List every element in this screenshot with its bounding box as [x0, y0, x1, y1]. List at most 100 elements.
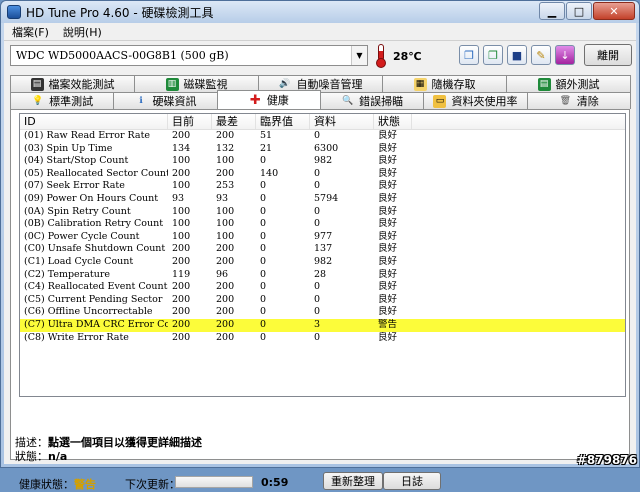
tab-benchmark[interactable]: 💡 標準測試: [10, 92, 115, 109]
menu-file[interactable]: 檔案(F): [12, 24, 49, 40]
update-progress-bar: [175, 476, 253, 488]
header-current[interactable]: 目前: [168, 114, 212, 129]
download-arrow-icon: ↓: [560, 48, 570, 62]
cell-id: (C5) Current Pending Sector: [24, 293, 163, 305]
cell-worst: 96: [216, 268, 229, 280]
screenshot-icon: ❐: [488, 48, 498, 62]
disk-monitor-icon: ▥: [165, 77, 179, 91]
cell-id: (C6) Offline Uncorrectable: [24, 306, 153, 318]
table-row[interactable]: (C8) Write Error Rate 200 200 0 0 良好: [20, 332, 625, 345]
cell-threshold: 0: [260, 192, 267, 204]
table-row[interactable]: (C6) Offline Uncorrectable 200 200 0 0 良好: [20, 306, 625, 319]
table-row[interactable]: (C4) Reallocated Event Count 200 200 0 0 良好: [20, 281, 625, 294]
close-icon: ✕: [609, 4, 619, 18]
tab-health[interactable]: ✚ 健康: [216, 90, 321, 109]
cell-current: 200: [172, 331, 191, 343]
header-threshold[interactable]: 臨界值: [256, 114, 310, 129]
header-worst[interactable]: 最差: [212, 114, 256, 129]
cell-data: 6300: [314, 142, 339, 154]
header-status[interactable]: 狀態: [374, 114, 412, 129]
maximize-button[interactable]: □: [566, 2, 592, 20]
cell-status: 良好: [378, 180, 398, 192]
table-row[interactable]: (C1) Load Cycle Count 200 200 0 982 良好: [20, 256, 625, 269]
tab-folder-usage[interactable]: ▭ 資料夾使用率: [423, 92, 528, 109]
chevron-down-icon[interactable]: ▼: [351, 46, 367, 65]
exit-button[interactable]: 離開: [584, 44, 632, 66]
table-row[interactable]: (0C) Power Cycle Count 100 100 0 977 良好: [20, 231, 625, 244]
copy-info-button[interactable]: ❐: [459, 45, 479, 65]
log-button[interactable]: 日誌: [383, 472, 441, 490]
cell-id: (C4) Reallocated Event Count: [24, 281, 168, 293]
cell-data: 0: [314, 306, 321, 318]
app-icon: [7, 5, 21, 19]
cell-threshold: 51: [260, 130, 273, 141]
table-row[interactable]: (01) Raw Read Error Rate 200 200 51 0 良好: [20, 130, 625, 143]
table-row[interactable]: (07) Seek Error Rate 100 253 0 0 良好: [20, 180, 625, 193]
cell-status: 良好: [378, 192, 398, 204]
cell-current: 93: [172, 192, 185, 204]
cell-current: 100: [172, 155, 191, 167]
cell-id: (01) Raw Read Error Rate: [24, 130, 151, 141]
header-data[interactable]: 資料: [310, 114, 374, 129]
cell-data: 982: [314, 155, 333, 167]
tab-row-2: 💡 標準測試 ℹ 硬碟資訊 ✚ 健康 🔍 錯誤掃瞄 ▭ 資料夾使用率 🗑 清除: [10, 90, 631, 109]
cell-worst: 200: [216, 255, 235, 267]
smart-table[interactable]: ID 目前 最差 臨界值 資料 狀態 (01) Raw Read Error R…: [19, 113, 626, 397]
speaker-icon: 🔊: [279, 79, 291, 89]
table-row[interactable]: (C7) Ultra DMA CRC Error Count 200 200 0 3 警告: [20, 318, 625, 332]
table-row[interactable]: (03) Spin Up Time 134 132 21 6300 良好: [20, 143, 625, 156]
cell-id: (C7) Ultra DMA CRC Error Count: [24, 318, 168, 330]
cell-current: 100: [172, 205, 191, 217]
magnifier-icon: 🔍: [342, 96, 354, 106]
cell-current: 119: [172, 268, 191, 280]
table-row[interactable]: (09) Power On Hours Count 93 93 0 5794 良好: [20, 193, 625, 206]
header-id[interactable]: ID: [20, 114, 168, 129]
cell-threshold: 0: [260, 205, 267, 217]
cell-worst: 200: [216, 293, 235, 305]
minimize-button[interactable]: ▁: [539, 2, 565, 20]
cell-data: 0: [314, 331, 321, 343]
close-button[interactable]: ✕: [593, 2, 635, 20]
table-row[interactable]: (C2) Temperature 119 96 0 28 良好: [20, 269, 625, 282]
cell-id: (03) Spin Up Time: [24, 142, 113, 154]
refresh-button[interactable]: 重新整理: [323, 472, 383, 490]
cell-threshold: 0: [260, 318, 267, 330]
download-button[interactable]: ↓: [555, 45, 575, 65]
drive-select[interactable]: WDC WD5000AACS-00G8B1 (500 gB) ▼: [10, 45, 368, 66]
copy-icon: ❐: [464, 48, 474, 62]
cell-current: 200: [172, 293, 191, 305]
cell-data: 28: [314, 268, 327, 280]
options-button[interactable]: ✎: [531, 45, 551, 65]
cell-id: (0B) Calibration Retry Count: [24, 218, 164, 230]
cell-data: 0: [314, 205, 321, 217]
cell-threshold: 0: [260, 281, 267, 293]
options-icon: ✎: [536, 48, 546, 62]
tab-file-benchmark[interactable]: ▤ 檔案效能測試: [10, 75, 135, 92]
health-status: 健康狀態：警告: [19, 476, 96, 492]
save-icon: ■: [511, 48, 523, 62]
tab-extra-tests[interactable]: ▤ 額外測試: [506, 75, 631, 92]
tab-erase[interactable]: 🗑 清除: [526, 92, 631, 109]
tab-info[interactable]: ℹ 硬碟資訊: [113, 92, 218, 109]
cell-data: 977: [314, 230, 333, 242]
cell-status: 良好: [378, 155, 398, 167]
health-status-label: 健康狀態：: [19, 478, 74, 491]
tab-error-scan[interactable]: 🔍 錯誤掃瞄: [319, 92, 425, 109]
cell-status: 警告: [378, 318, 398, 330]
table-row[interactable]: (C5) Current Pending Sector 200 200 0 0 良好: [20, 294, 625, 307]
table-row[interactable]: (0B) Calibration Retry Count 100 100 0 0 良好: [20, 218, 625, 231]
drive-select-value: WDC WD5000AACS-00G8B1 (500 gB): [16, 49, 229, 62]
cell-worst: 100: [216, 155, 235, 167]
copy-screenshot-button[interactable]: ❐: [483, 45, 503, 65]
cell-id: (C2) Temperature: [24, 268, 110, 280]
tab-random-access[interactable]: ▦ 隨機存取: [382, 75, 507, 92]
save-button[interactable]: ■: [507, 45, 527, 65]
table-row[interactable]: (04) Start/Stop Count 100 100 0 982 良好: [20, 155, 625, 168]
table-row[interactable]: (C0) Unsafe Shutdown Count 200 200 0 137 良好: [20, 243, 625, 256]
table-row[interactable]: (05) Reallocated Sector Count 200 200 140 0 良…: [20, 168, 625, 181]
cell-current: 100: [172, 230, 191, 242]
table-row[interactable]: (0A) Spin Retry Count 100 100 0 0 良好: [20, 206, 625, 219]
menu-help[interactable]: 說明(H): [63, 24, 102, 40]
next-update-label: 下次更新：: [125, 478, 180, 491]
folder-icon: ▭: [433, 94, 447, 108]
